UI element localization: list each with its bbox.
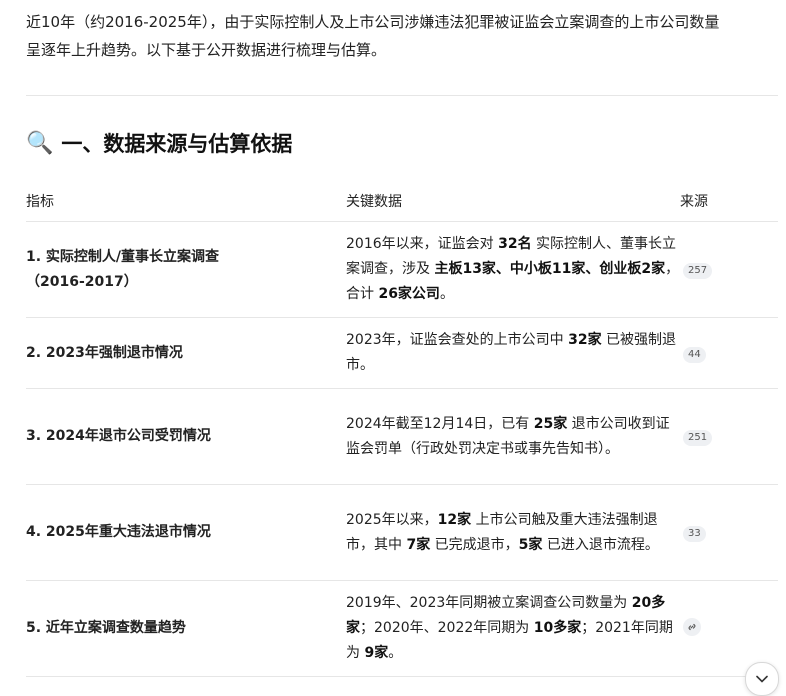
link-icon[interactable] <box>683 618 701 636</box>
row-indicator: 5. 近年立案调查数量趋势 <box>26 620 186 636</box>
table-row: 5. 近年立案调查数量趋势 2019年、2023年同期被立案调查公司数量为 20… <box>26 581 778 677</box>
source-citation-badge[interactable]: 33 <box>683 526 706 542</box>
source-citation-badge[interactable]: 44 <box>683 346 706 363</box>
scroll-down-button[interactable] <box>745 662 779 696</box>
row-key-data: 2024年截至12月14日，已有 25家 退市公司收到证监会罚单（行政处罚决定书… <box>346 415 670 457</box>
indicator-line: 1. 实际控制人/董事长立案调查 <box>26 248 220 265</box>
magnifier-icon: 🔍 <box>26 130 54 156</box>
row-indicator: 2. 2023年强制退市情况 <box>26 344 183 361</box>
source-citation-badge[interactable]: 257 <box>683 263 713 279</box>
intro-line-1: 近10年（约2016-2025年），由于实际控制人及上市公司涉嫌违法犯罪被证监会… <box>26 13 720 31</box>
row-key-data: 2019年、2023年同期被立案调查公司数量为 20多家；2020年、2022年… <box>346 595 673 661</box>
table-row: 4. 2025年重大违法退市情况 2025年以来，12家 上市公司触及重大违法强… <box>26 485 778 581</box>
row-indicator: 4. 2025年重大违法退市情况 <box>26 524 211 540</box>
row-source: 33 <box>680 520 778 545</box>
row-key-data: 2025年以来，12家 上市公司触及重大违法强制退市，其中 7家 已完成退市，5… <box>346 511 659 553</box>
header-key-data: 关键数据 <box>346 193 402 210</box>
row-source: 251 <box>680 424 778 449</box>
table-row: 3. 2024年退市公司受罚情况 2024年截至12月14日，已有 25家 退市… <box>26 389 778 485</box>
table-header: 指标 关键数据 来源 <box>26 180 778 222</box>
row-indicator: 3. 2024年退市公司受罚情况 <box>26 428 211 444</box>
section-heading: 🔍 一、数据来源与估算依据 <box>26 128 292 158</box>
row-source: 257 <box>680 257 778 282</box>
header-source: 来源 <box>680 193 708 210</box>
intro-line-2: 呈逐年上升趋势。以下基于公开数据进行梳理与估算。 <box>26 41 387 59</box>
row-key-data: 2016年以来，证监会对 32名 实际控制人、董事长立案调查，涉及 主板13家、… <box>346 236 680 302</box>
indicator-line: （2016-2017） <box>26 273 138 290</box>
row-indicator: 1. 实际控制人/董事长立案调查 （2016-2017） <box>26 245 346 295</box>
row-source <box>680 616 778 641</box>
table-row: 2. 2023年强制退市情况 2023年，证监会查处的上市公司中 32家 已被强… <box>26 318 778 389</box>
row-source: 44 <box>680 341 778 366</box>
chevron-down-icon <box>756 671 768 687</box>
source-citation-badge[interactable]: 251 <box>683 430 713 446</box>
data-table: 指标 关键数据 来源 1. 实际控制人/董事长立案调查 （2016-2017） … <box>26 180 778 677</box>
row-key-data: 2023年，证监会查处的上市公司中 32家 已被强制退市。 <box>346 332 677 373</box>
divider <box>26 95 778 96</box>
header-indicator: 指标 <box>26 193 54 210</box>
table-row: 1. 实际控制人/董事长立案调查 （2016-2017） 2016年以来，证监会… <box>26 222 778 318</box>
section-title: 一、数据来源与估算依据 <box>61 132 293 156</box>
intro-paragraph: 近10年（约2016-2025年），由于实际控制人及上市公司涉嫌违法犯罪被证监会… <box>26 8 776 64</box>
